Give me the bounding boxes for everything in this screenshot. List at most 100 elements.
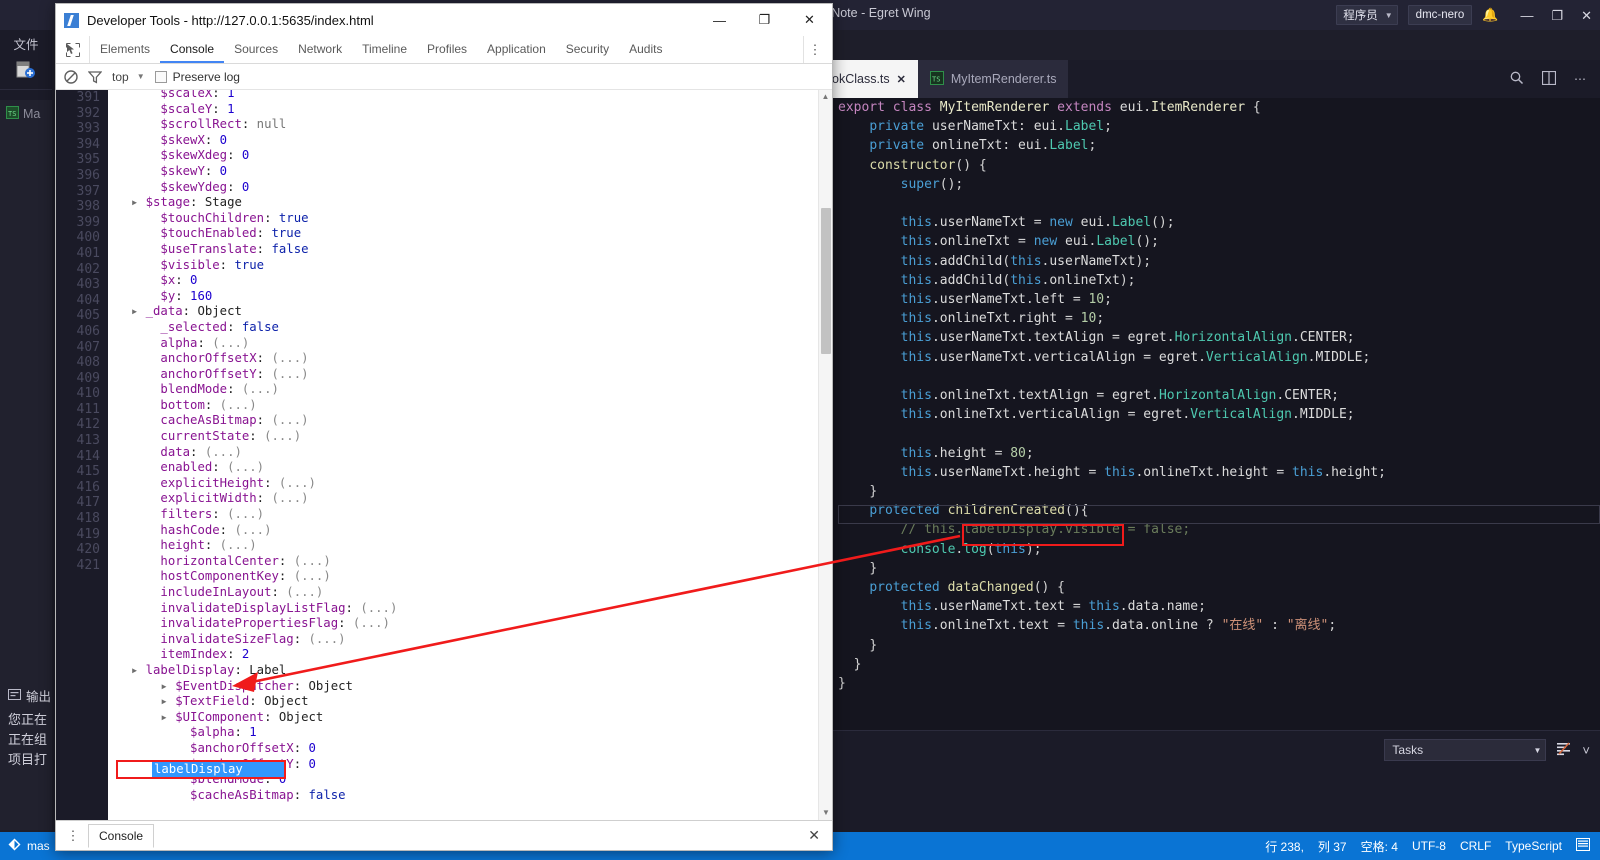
search-in-file-icon[interactable] [1509, 70, 1524, 88]
console-object-properties[interactable]: $scaleX: 1 $scaleY: 1 $scrollRect: null … [116, 90, 398, 803]
wing-minimize-button[interactable]: — [1520, 9, 1533, 22]
rail-divider [0, 89, 52, 90]
wing-window-title: OfNote - Egret Wing [818, 6, 931, 20]
annotation-box-console [116, 760, 286, 779]
preserve-log-toggle[interactable]: Preserve log [154, 69, 240, 84]
tasks-select-value: Tasks [1392, 743, 1424, 757]
line-number: 415 [76, 464, 100, 480]
line-number: 418 [76, 511, 100, 527]
tasks-select[interactable]: Tasks ▼ [1384, 739, 1547, 761]
code-editor[interactable]: export class MyItemRenderer extends eui.… [820, 98, 1600, 730]
statusbar-branch[interactable]: mas [27, 839, 50, 853]
line-number: 403 [76, 277, 100, 293]
editor-tab-myitemrenderer[interactable]: TS MyItemRenderer.ts [917, 60, 1069, 98]
scroll-down-arrow-icon[interactable]: ▼ [819, 806, 832, 820]
line-number: 394 [76, 136, 100, 152]
split-editor-icon[interactable] [1541, 70, 1557, 88]
line-number: 406 [76, 323, 100, 339]
source-control-icon[interactable] [8, 838, 21, 854]
line-number: 419 [76, 526, 100, 542]
scrollbar-thumb[interactable] [821, 208, 831, 354]
statusbar-encoding[interactable]: UTF-8 [1412, 839, 1446, 853]
preserve-log-label: Preserve log [172, 69, 240, 84]
wing-titlebar-actions: 程序员 ▼ dmc-nero 🔔 — ❐ ✕ [1336, 0, 1592, 30]
chevron-down-icon: ▼ [136, 72, 145, 81]
statusbar-line[interactable]: 行 238, [1265, 838, 1304, 855]
inspect-element-icon[interactable] [56, 36, 90, 63]
more-actions-icon[interactable]: ⋯ [1574, 72, 1586, 86]
new-file-icon[interactable] [0, 53, 52, 79]
annotation-box-code [962, 524, 1124, 546]
devtools-close-button[interactable]: ✕ [787, 4, 832, 36]
line-number: 407 [76, 339, 100, 355]
statusbar-eol[interactable]: CRLF [1460, 839, 1491, 853]
drawer-tab-console[interactable]: Console [88, 823, 155, 848]
svg-text:TS: TS [932, 75, 940, 83]
user-account-chip[interactable]: dmc-nero [1407, 5, 1473, 25]
line-number: 420 [76, 542, 100, 558]
statusbar-language[interactable]: TypeScript [1505, 839, 1562, 853]
line-number: 397 [76, 183, 100, 199]
line-number: 416 [76, 479, 100, 495]
role-select[interactable]: 程序员 ▼ [1336, 5, 1398, 25]
console-toolbar: top ▼ Preserve log [56, 64, 832, 90]
devtools-tab-network[interactable]: Network [288, 36, 352, 63]
chevron-down-icon: ▼ [1533, 745, 1542, 755]
line-number-gutter: 391 392 393 394 395 396 397 398 399 400 401 402 403 4… [56, 90, 108, 820]
line-number: 421 [76, 557, 100, 573]
bell-icon[interactable]: 🔔 [1482, 7, 1498, 23]
clear-console-icon[interactable] [64, 69, 78, 84]
wing-window-controls: — ❐ ✕ [1520, 9, 1592, 22]
drawer-close-icon[interactable]: ✕ [808, 827, 826, 844]
console-scrollbar[interactable]: ▲ ▼ [818, 90, 832, 820]
more-options-icon[interactable]: ⋮ [804, 42, 826, 58]
devtools-titlebar: Developer Tools - http://127.0.0.1:5635/… [56, 4, 832, 36]
devtools-window-title: Developer Tools - http://127.0.0.1:5635/… [87, 12, 374, 28]
chevron-down-icon[interactable]: ˅ [1582, 743, 1590, 758]
explorer-item[interactable]: TS Ma [6, 104, 46, 124]
line-number: 411 [76, 401, 100, 417]
statusbar-left: mas [0, 838, 50, 854]
devtools-tabbar-right: ⋮ [803, 36, 832, 63]
console-output-area[interactable]: 391 392 393 394 395 396 397 398 399 400 401 402 403 4… [56, 90, 832, 820]
line-number: 392 [76, 105, 100, 121]
execution-context-value: top [112, 69, 129, 84]
devtools-drawer: ⋮ Console ✕ [56, 820, 832, 850]
line-number: 405 [76, 308, 100, 324]
devtools-tab-audits[interactable]: Audits [619, 36, 672, 63]
close-icon[interactable]: ✕ [897, 73, 906, 86]
line-number: 409 [76, 370, 100, 386]
scroll-up-arrow-icon[interactable]: ▲ [819, 90, 832, 104]
line-number: 395 [76, 152, 100, 168]
editor-tab-okclass[interactable]: okClass.ts ✕ [820, 60, 918, 98]
line-number: 410 [76, 386, 100, 402]
devtools-window-controls: — ❐ ✕ [697, 4, 832, 36]
preserve-log-checkbox[interactable] [154, 70, 167, 83]
devtools-maximize-button[interactable]: ❐ [742, 4, 787, 36]
line-number: 402 [76, 261, 100, 277]
devtools-window[interactable]: Developer Tools - http://127.0.0.1:5635/… [55, 3, 833, 851]
devtools-tab-sources[interactable]: Sources [224, 36, 288, 63]
output-icon [8, 688, 21, 703]
wing-maximize-button[interactable]: ❐ [1551, 9, 1563, 22]
line-number: 393 [76, 121, 100, 137]
line-number: 399 [76, 214, 100, 230]
line-number: 398 [76, 199, 100, 215]
clear-output-icon[interactable] [1556, 741, 1572, 759]
editor-tab-label: okClass.ts [832, 72, 890, 86]
devtools-tab-application[interactable]: Application [477, 36, 556, 63]
filter-icon[interactable] [88, 70, 102, 84]
statusbar-indent[interactable]: 空格: 4 [1361, 838, 1398, 855]
execution-context-select[interactable]: top ▼ [112, 70, 145, 84]
line-number: 391 [76, 90, 100, 105]
devtools-tab-profiles[interactable]: Profiles [417, 36, 477, 63]
statusbar-column[interactable]: 列 37 [1318, 838, 1347, 855]
devtools-tab-security[interactable]: Security [556, 36, 619, 63]
drawer-more-icon[interactable]: ⋮ [62, 828, 84, 844]
devtools-minimize-button[interactable]: — [697, 4, 742, 36]
devtools-tab-console[interactable]: Console [160, 36, 225, 63]
devtools-tab-elements[interactable]: Elements [90, 36, 160, 63]
wing-close-button[interactable]: ✕ [1581, 9, 1592, 22]
devtools-tab-timeline[interactable]: Timeline [352, 36, 417, 63]
notifications-icon[interactable] [1576, 838, 1590, 854]
